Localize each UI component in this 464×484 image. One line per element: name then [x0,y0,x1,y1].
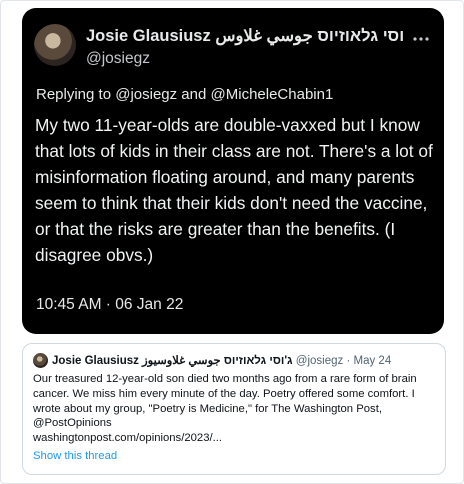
quoted-text: Our treasured 12-year-old son died two m… [33,372,435,446]
tweet-text: My two 11-year-olds are double-vaxxed bu… [35,115,433,265]
quoted-handle[interactable]: @josiegz [296,355,343,367]
quoted-header: Josie Glausiusz ג'וסי גלאוזיוס جوسي غلاو… [52,353,437,367]
mention-link-2[interactable]: @MicheleChabin1 [211,86,334,103]
quoted-url-link[interactable]: washingtonpost.com/opinions/2023/... [33,431,435,446]
quoted-tweet-card[interactable]: Josie Glausiusz ג'וסי גלאוזיוס جوسي غلاو… [22,343,446,475]
quoted-text-line: cancer. We miss him every minute of the … [33,387,415,400]
tweet-timestamp[interactable]: 10:45 AM · 06 Jan 22 [36,296,183,314]
user-handle[interactable]: @josiegz [86,50,150,68]
quoted-text-line: Our treasured 12-year-old son died two m… [33,373,417,385]
quoted-text-line: wrote about my group, "Poetry is Medicin… [33,402,382,415]
quoted-avatar[interactable] [33,353,48,368]
quoted-mention-link[interactable]: @PostOpinions [33,416,435,431]
quoted-display-name[interactable]: Josie Glausiusz ג'וסי גלאוזיוס جوسي غلاو… [52,355,293,367]
mention-link-1[interactable]: @josiegz [115,86,177,103]
display-name[interactable]: Josie Glausiusz ג'וסי גלאוזיוס جوسي غلاو… [86,26,404,46]
replying-to: Replying to @josiegz and @MicheleChabin1 [36,86,436,103]
tweet-card[interactable]: Josie Glausiusz ג'וסי גלאוזיוס جوسي غلاو… [22,8,444,334]
replying-to-and: and [177,86,211,103]
replying-to-prefix: Replying to [36,86,116,103]
show-thread-link[interactable]: Show this thread [33,450,117,462]
quoted-date[interactable]: May 24 [354,355,392,367]
avatar[interactable] [34,24,76,66]
more-horizontal-icon[interactable] [412,30,430,48]
quoted-separator: · [343,355,354,367]
